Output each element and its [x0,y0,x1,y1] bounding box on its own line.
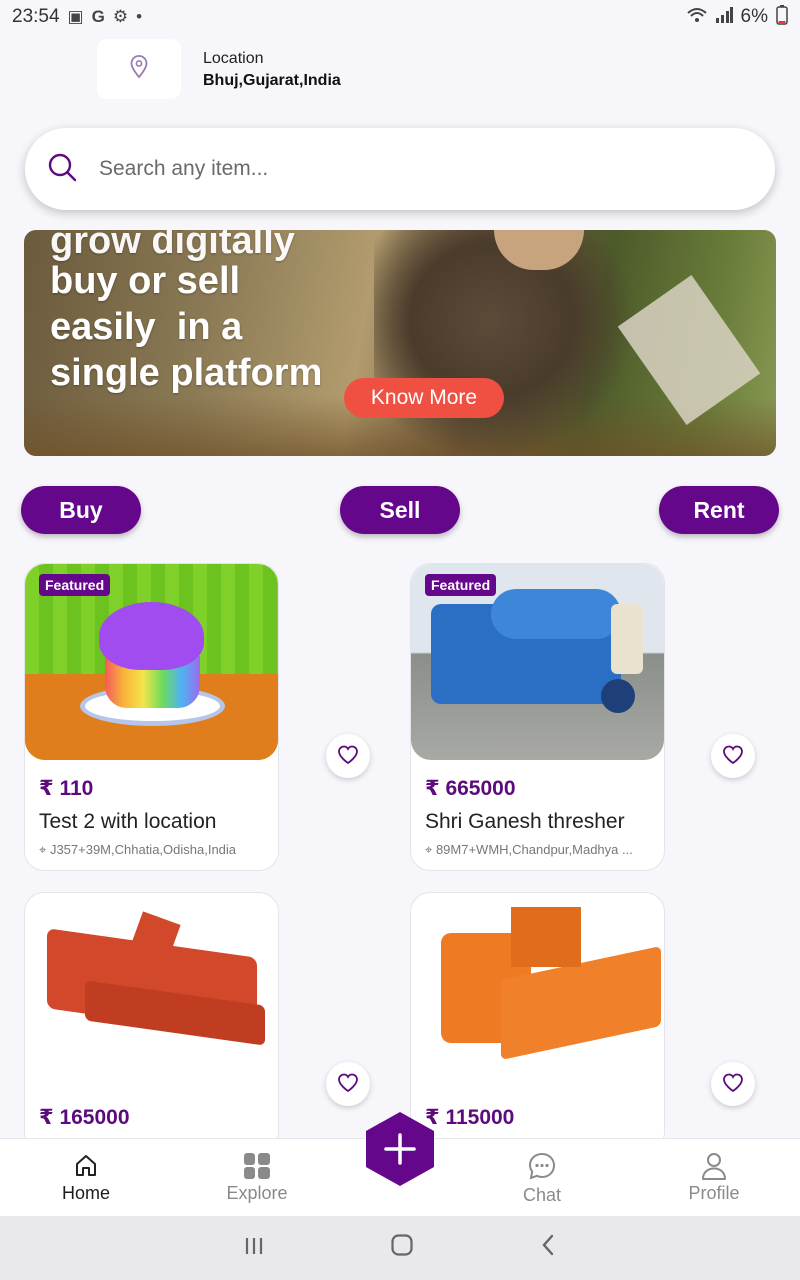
address-pin-icon: ⌖ [39,842,50,857]
product-address: ⌖ 89M7+WMH,Chandpur,Madhya ... [425,842,655,858]
address-text: J357+39M,Chhatia,Odisha,India [49,842,237,857]
home-icon [26,1149,146,1183]
product-card[interactable]: Featured ₹ 665000 Shri Ganesh thresher ⌖… [410,563,665,871]
nav-chat-label: Chat [522,1185,562,1205]
nav-profile-label: Profile [688,1183,740,1203]
rent-button[interactable]: Rent [659,486,779,534]
nav-explore-label: Explore [226,1183,288,1203]
location-pin-icon [130,54,148,84]
featured-badge: Featured [39,574,111,596]
nav-explore[interactable]: Explore [197,1149,317,1204]
thresher-wheel [601,679,635,713]
product-image: Featured [411,564,664,760]
google-icon: G [91,7,105,26]
banner-line-3: single platform [50,352,323,394]
product-image: Featured [25,564,278,760]
banner-farmer-image [374,230,634,456]
product-image [411,893,664,1089]
location-value: Bhuj,Gujarat,India [203,72,341,89]
favorite-button[interactable] [711,1062,755,1106]
nav-profile[interactable]: Profile [654,1149,774,1204]
product-price: ₹ 165000 [39,1106,130,1129]
favorite-button[interactable] [326,1062,370,1106]
nav-home-label: Home [61,1183,110,1203]
heart-icon [337,745,359,768]
product-card[interactable]: ₹ 165000 [24,892,279,1152]
sell-button[interactable]: Sell [340,486,460,534]
search-bar[interactable] [25,128,775,210]
location-label: Location [203,50,264,67]
search-input[interactable] [99,157,659,181]
product-image [25,893,278,1089]
product-price: ₹ 115000 [425,1106,515,1129]
product-card[interactable]: Featured ₹ 110 Test 2 with location ⌖ J3… [24,563,279,871]
thresher-drum [491,589,621,639]
recent-apps-icon[interactable] [243,1233,265,1264]
explore-grid-icon [197,1149,317,1183]
search-icon [47,152,77,187]
product-title: Shri Ganesh thresher [425,810,625,833]
chat-icon [482,1149,602,1183]
thresher-hood [611,604,643,674]
settings-icon: ⚙ [112,7,129,26]
heart-icon [722,745,744,768]
status-time: 23:54 [12,6,60,27]
nav-chat[interactable]: Chat [482,1149,602,1206]
plus-icon [366,1112,434,1186]
cupcake-frosting [99,602,204,670]
address-pin-icon: ⌖ [425,842,436,857]
promo-banner[interactable]: grow digitally buy or sell easily in a s… [24,230,776,456]
know-more-button[interactable]: Know More [344,378,504,418]
heart-icon [337,1073,359,1096]
featured-badge: Featured [425,574,497,596]
gallery-icon: ▣ [67,7,84,26]
back-icon[interactable] [539,1233,557,1264]
status-bar: 23:54 ▣ G ⚙ • 6% [0,0,800,34]
banner-line-2: easily in a [50,306,243,348]
home-circle-icon[interactable] [390,1233,414,1264]
favorite-button[interactable] [711,734,755,778]
banner-line-1: buy or sell [50,260,241,302]
banner-line-cut: grow digitally [50,230,295,262]
system-nav-bar [0,1216,800,1280]
rotavator-mount [511,907,581,967]
product-card[interactable]: ₹ 115000 [410,892,665,1152]
dot-icon: • [136,7,143,26]
profile-icon [654,1149,774,1183]
address-text: 89M7+WMH,Chandpur,Madhya ... [435,842,633,857]
product-title: Test 2 with location [39,810,217,833]
location-info[interactable]: Location Bhuj,Gujarat,India [203,50,341,90]
wifi-icon [686,7,707,28]
banner-headline: grow digitally buy or sell easily in a s… [50,230,323,396]
buy-button[interactable]: Buy [21,486,141,534]
product-address: ⌖ J357+39M,Chhatia,Odisha,India [39,842,269,858]
location-button[interactable] [97,39,181,99]
battery-icon [776,4,788,30]
nav-home[interactable]: Home [26,1149,146,1204]
signal-icon [715,6,733,28]
product-price: ₹ 665000 [425,777,516,800]
product-price: ₹ 110 [39,777,94,800]
add-listing-button[interactable] [364,1110,436,1188]
favorite-button[interactable] [326,734,370,778]
battery-percent: 6% [740,6,768,27]
heart-icon [722,1073,744,1096]
